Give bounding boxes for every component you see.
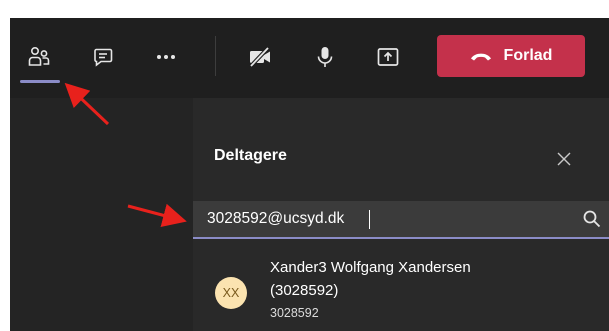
participant-subtitle: 3028592: [270, 306, 319, 320]
leave-button-label: Forlad: [503, 47, 553, 64]
panel-title: Deltagere: [214, 147, 287, 164]
chat-icon: [94, 48, 113, 67]
search-button[interactable]: [582, 209, 602, 234]
share-screen-icon: [377, 48, 399, 66]
search-icon: [583, 210, 601, 228]
active-tab-indicator: [20, 80, 60, 83]
people-icon: [28, 46, 50, 66]
close-panel-button[interactable]: [553, 148, 575, 170]
avatar: XX: [215, 277, 247, 309]
leave-button[interactable]: Forlad: [437, 35, 585, 77]
text-caret: [369, 210, 370, 229]
meeting-window: Forlad Deltagere XX Xander3 Wolfgang Xan: [10, 18, 609, 331]
meeting-toolbar: Forlad: [10, 18, 609, 98]
toolbar-divider: [215, 36, 216, 76]
people-button[interactable]: [22, 40, 56, 74]
close-icon: [557, 152, 571, 166]
more-icon: [157, 55, 175, 59]
microphone-icon: [317, 47, 333, 67]
chat-button[interactable]: [86, 40, 120, 74]
more-options-button[interactable]: [149, 40, 183, 74]
microphone-button[interactable]: [308, 40, 342, 74]
participants-panel: Deltagere XX Xander3 Wolfgang Xandersen …: [193, 98, 609, 331]
participant-id: (3028592): [270, 282, 339, 299]
participant-name: Xander3 Wolfgang Xandersen: [270, 259, 471, 276]
camera-off-icon: [249, 46, 270, 68]
participant-search-input[interactable]: [207, 201, 567, 237]
participant-search-box[interactable]: [193, 201, 609, 239]
participant-result-row[interactable]: XX Xander3 Wolfgang Xandersen (3028592) …: [193, 252, 609, 331]
meeting-stage: [10, 98, 193, 331]
camera-toggle-button[interactable]: [243, 40, 277, 74]
share-screen-button[interactable]: [371, 40, 405, 74]
phone-hangup-icon: [470, 53, 491, 61]
